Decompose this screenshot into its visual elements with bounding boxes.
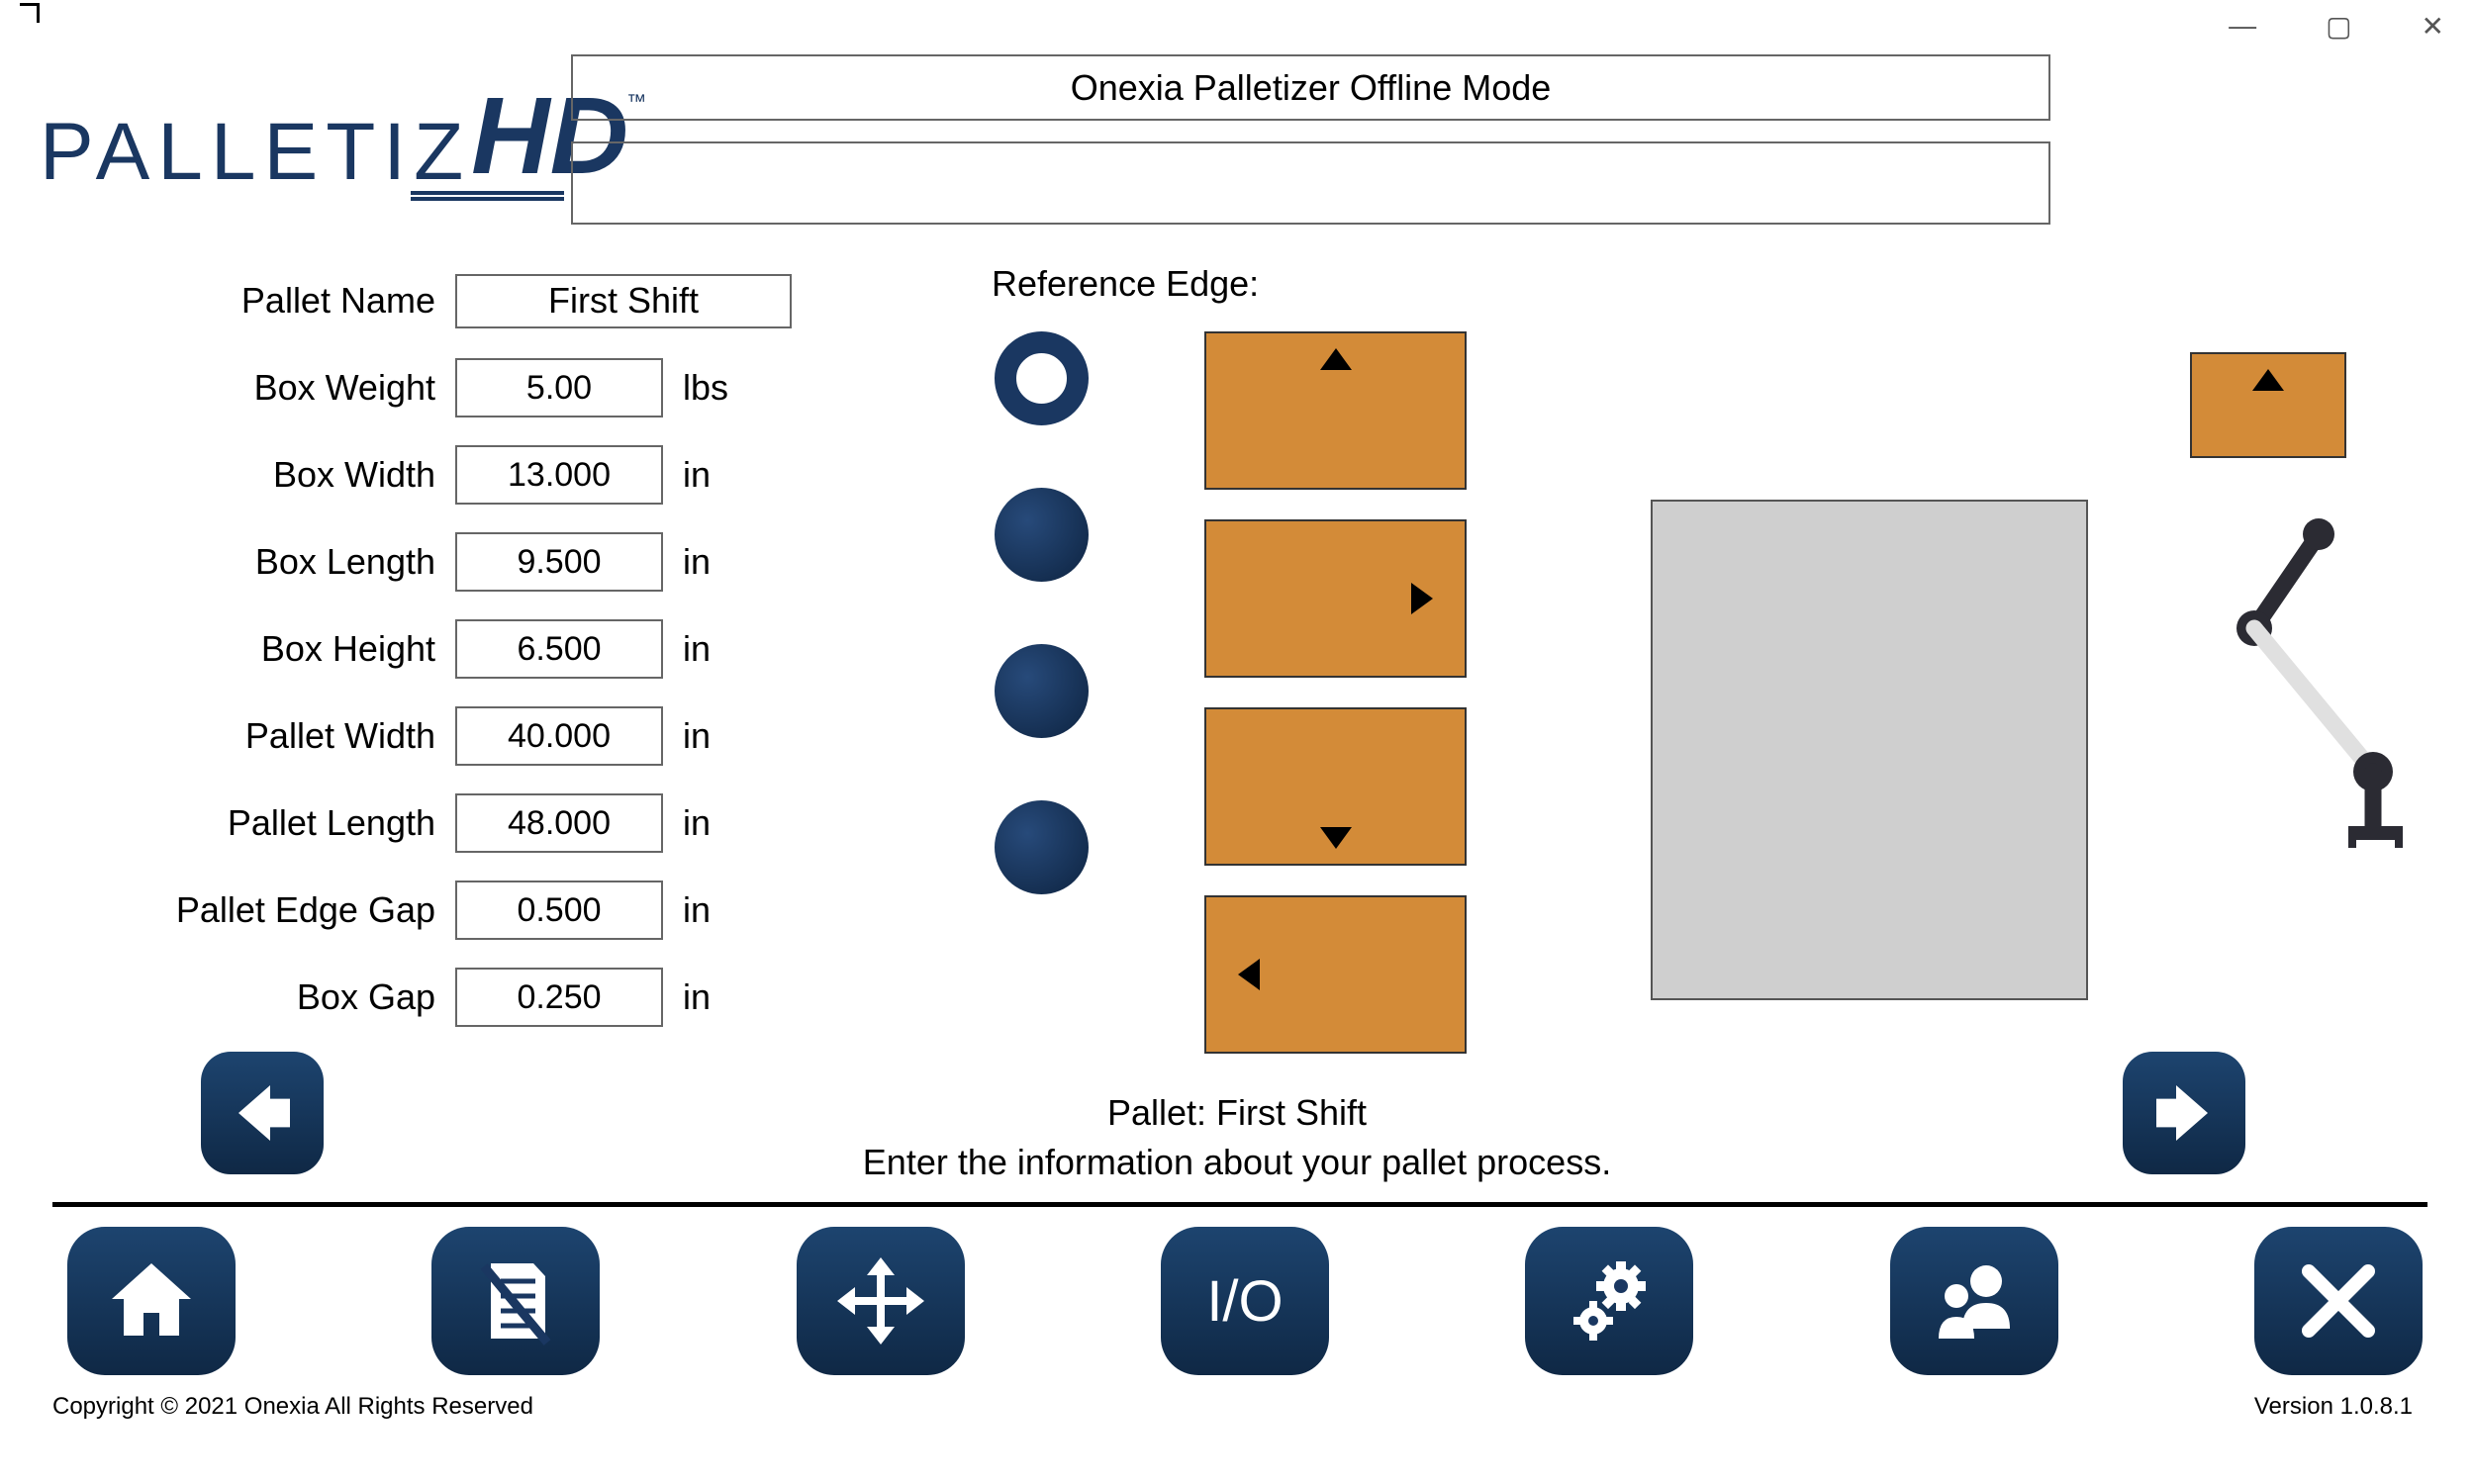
window-controls: — ▢ ✕	[2229, 10, 2444, 43]
pallet-name-label: Pallet Name	[158, 280, 435, 322]
recipes-button[interactable]	[431, 1227, 600, 1375]
next-page-button[interactable]	[2123, 1052, 2245, 1174]
pallet-length-label: Pallet Length	[158, 802, 435, 844]
arrow-up-icon	[2252, 369, 2284, 391]
box-preview	[2190, 352, 2346, 458]
reference-edge-box-down[interactable]	[1204, 707, 1467, 866]
box-height-input[interactable]	[455, 619, 663, 679]
box-height-unit: in	[683, 628, 737, 670]
reference-edge-box-right[interactable]	[1204, 519, 1467, 678]
app-logo: PALLETIZHD™	[40, 79, 628, 201]
reference-edge-box-up[interactable]	[1204, 331, 1467, 490]
home-button[interactable]	[67, 1227, 236, 1375]
users-icon	[1925, 1252, 2024, 1350]
instruction-text: Pallet: First Shift Enter the informatio…	[0, 1088, 2474, 1188]
settings-button[interactable]	[1525, 1227, 1693, 1375]
pallet-preview	[1651, 500, 2088, 1000]
pallet-edge-gap-input[interactable]	[455, 881, 663, 940]
reference-edge-radio-right[interactable]	[995, 488, 1089, 582]
box-width-label: Box Width	[158, 454, 435, 496]
reference-edge-boxes	[1204, 331, 1467, 1054]
users-button[interactable]	[1890, 1227, 2058, 1375]
box-length-input[interactable]	[455, 532, 663, 592]
pallet-width-label: Pallet Width	[158, 715, 435, 757]
box-gap-unit: in	[683, 976, 737, 1018]
pallet-length-input[interactable]	[455, 793, 663, 853]
window-restore-corner	[20, 3, 40, 23]
pallet-form: Pallet Name Box Weight lbs Box Width in …	[158, 257, 792, 1041]
arrow-right-icon	[1411, 583, 1433, 614]
arrow-right-icon	[2144, 1073, 2224, 1153]
reference-edge-radios	[995, 331, 1089, 894]
reference-edge-radio-down[interactable]	[995, 644, 1089, 738]
minimize-button[interactable]: —	[2229, 10, 2256, 43]
close-icon	[2289, 1252, 2388, 1350]
gears-icon	[1560, 1252, 1659, 1350]
arrow-left-icon	[1238, 959, 1260, 990]
box-width-unit: in	[683, 454, 737, 496]
reference-edge-box-left[interactable]	[1204, 895, 1467, 1054]
version-text: Version 1.0.8.1	[2254, 1393, 2413, 1421]
mode-banner: Onexia Palletizer Offline Mode	[571, 54, 2050, 121]
box-length-unit: in	[683, 541, 737, 583]
copyright-text: Copyright © 2021 Onexia All Rights Reser…	[52, 1393, 533, 1421]
box-gap-label: Box Gap	[158, 976, 435, 1018]
instruction-line: Enter the information about your pallet …	[0, 1138, 2474, 1187]
maximize-button[interactable]: ▢	[2326, 10, 2351, 43]
exit-button[interactable]	[2254, 1227, 2423, 1375]
box-weight-input[interactable]	[455, 358, 663, 417]
arrow-up-icon	[1320, 348, 1352, 370]
pallet-name-input[interactable]	[455, 274, 792, 328]
move-arrows-icon	[831, 1252, 930, 1350]
logo-text: PALLETIZ	[40, 107, 471, 197]
reference-edge-label: Reference Edge:	[992, 263, 1259, 305]
pallet-edge-gap-unit: in	[683, 889, 737, 931]
box-weight-label: Box Weight	[158, 367, 435, 409]
pallet-edge-gap-label: Pallet Edge Gap	[158, 889, 435, 931]
bottom-toolbar: I/O	[67, 1227, 2423, 1375]
toolbar-divider	[52, 1202, 2427, 1207]
reference-edge-radio-left[interactable]	[995, 800, 1089, 894]
close-window-button[interactable]: ✕	[2422, 10, 2444, 43]
robot-arm-icon	[2200, 514, 2432, 851]
document-icon	[466, 1252, 565, 1350]
prev-page-button[interactable]	[201, 1052, 324, 1174]
home-icon	[102, 1252, 201, 1350]
jog-button[interactable]	[797, 1227, 965, 1375]
box-length-label: Box Length	[158, 541, 435, 583]
arrow-left-icon	[223, 1073, 302, 1153]
box-gap-input[interactable]	[455, 968, 663, 1027]
arrow-down-icon	[1320, 827, 1352, 849]
pallet-width-unit: in	[683, 715, 737, 757]
io-icon: I/O	[1206, 1268, 1283, 1335]
box-height-label: Box Height	[158, 628, 435, 670]
pallet-status-line: Pallet: First Shift	[0, 1088, 2474, 1138]
pallet-length-unit: in	[683, 802, 737, 844]
box-width-input[interactable]	[455, 445, 663, 505]
box-weight-unit: lbs	[683, 367, 737, 409]
pallet-width-input[interactable]	[455, 706, 663, 766]
io-button[interactable]: I/O	[1161, 1227, 1329, 1375]
reference-edge-radio-up[interactable]	[995, 331, 1089, 425]
status-banner	[571, 141, 2050, 225]
